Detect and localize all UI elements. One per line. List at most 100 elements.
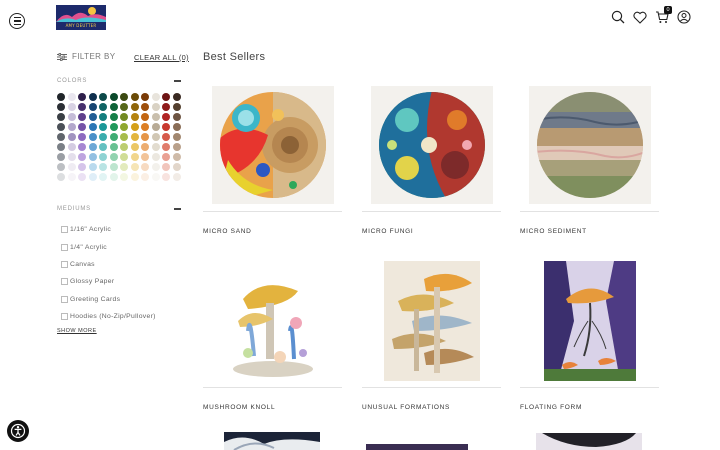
color-swatch[interactable] <box>78 113 86 121</box>
product-card[interactable]: UNUSUAL FORMATIONS <box>362 254 501 411</box>
color-swatch[interactable] <box>120 123 128 131</box>
color-swatch[interactable] <box>151 143 160 151</box>
color-swatch[interactable] <box>130 93 139 101</box>
product-image[interactable] <box>362 254 501 387</box>
color-swatch[interactable] <box>172 113 181 121</box>
medium-checkbox[interactable] <box>61 313 68 321</box>
color-swatch[interactable] <box>109 133 118 141</box>
product-image-partial[interactable] <box>366 444 468 450</box>
color-swatch[interactable] <box>172 123 181 131</box>
color-swatch[interactable] <box>141 163 149 171</box>
color-swatch[interactable] <box>78 153 86 161</box>
color-swatch[interactable] <box>162 143 170 151</box>
medium-option[interactable]: 1/16" Acrylic <box>61 221 156 238</box>
color-swatch[interactable] <box>99 113 107 121</box>
color-swatch[interactable] <box>162 103 170 111</box>
color-swatch[interactable] <box>67 93 76 101</box>
product-title[interactable]: MICRO SEDIMENT <box>520 228 659 235</box>
color-swatch[interactable] <box>57 143 65 151</box>
color-swatch[interactable] <box>67 143 76 151</box>
color-swatch[interactable] <box>151 123 160 131</box>
color-swatch[interactable] <box>172 143 181 151</box>
color-swatch[interactable] <box>141 93 149 101</box>
product-card[interactable]: MICRO SAND <box>203 78 342 235</box>
collapse-mediums-icon[interactable] <box>174 208 181 210</box>
color-swatch[interactable] <box>162 113 170 121</box>
color-swatch[interactable] <box>78 123 86 131</box>
color-swatch[interactable] <box>109 163 118 171</box>
color-swatch[interactable] <box>88 133 97 141</box>
color-swatch[interactable] <box>99 153 107 161</box>
color-swatch[interactable] <box>120 143 128 151</box>
color-swatch[interactable] <box>78 133 86 141</box>
medium-checkbox[interactable] <box>61 295 68 303</box>
medium-option[interactable]: Canvas <box>61 256 156 273</box>
color-swatch[interactable] <box>172 153 181 161</box>
color-swatch[interactable] <box>88 143 97 151</box>
medium-option[interactable]: Glossy Paper <box>61 273 156 290</box>
color-swatch[interactable] <box>120 113 128 121</box>
color-swatch[interactable] <box>67 113 76 121</box>
color-swatch[interactable] <box>67 133 76 141</box>
colors-section-header[interactable]: COLORS <box>57 78 181 84</box>
color-swatch[interactable] <box>162 153 170 161</box>
product-image-partial[interactable] <box>536 433 642 450</box>
color-swatch[interactable] <box>88 123 97 131</box>
mediums-section-header[interactable]: MEDIUMS <box>57 206 181 212</box>
color-swatch[interactable] <box>151 173 160 181</box>
color-swatch[interactable] <box>141 113 149 121</box>
product-card[interactable]: MICRO FUNGI <box>362 78 501 235</box>
color-swatch[interactable] <box>67 103 76 111</box>
color-swatch[interactable] <box>120 103 128 111</box>
color-swatch[interactable] <box>130 153 139 161</box>
color-swatch[interactable] <box>162 123 170 131</box>
color-swatch[interactable] <box>141 133 149 141</box>
product-image[interactable] <box>203 254 342 387</box>
color-swatch[interactable] <box>99 93 107 101</box>
product-title[interactable]: UNUSUAL FORMATIONS <box>362 404 501 411</box>
color-swatch[interactable] <box>99 163 107 171</box>
color-swatch[interactable] <box>151 153 160 161</box>
color-swatch[interactable] <box>78 103 86 111</box>
medium-option[interactable]: Greeting Cards <box>61 291 156 308</box>
menu-button[interactable] <box>9 13 25 29</box>
color-swatch[interactable] <box>141 143 149 151</box>
color-swatch[interactable] <box>151 133 160 141</box>
color-swatch[interactable] <box>120 93 128 101</box>
product-card[interactable]: FLOATING FORM <box>520 254 659 411</box>
color-swatch[interactable] <box>109 173 118 181</box>
product-image[interactable] <box>362 78 501 211</box>
color-swatch[interactable] <box>109 123 118 131</box>
color-swatch[interactable] <box>57 103 65 111</box>
product-title[interactable]: FLOATING FORM <box>520 404 659 411</box>
color-swatch[interactable] <box>109 153 118 161</box>
account-button[interactable] <box>676 9 692 25</box>
color-swatch[interactable] <box>88 153 97 161</box>
color-swatch[interactable] <box>88 163 97 171</box>
color-swatch[interactable] <box>67 163 76 171</box>
color-swatch[interactable] <box>109 113 118 121</box>
color-swatch[interactable] <box>151 163 160 171</box>
clear-all-link[interactable]: CLEAR ALL (0) <box>134 53 189 62</box>
color-swatch[interactable] <box>109 103 118 111</box>
collapse-colors-icon[interactable] <box>174 80 181 82</box>
color-swatch[interactable] <box>162 133 170 141</box>
accessibility-button[interactable] <box>7 420 29 442</box>
medium-checkbox[interactable] <box>61 278 68 286</box>
color-swatch[interactable] <box>162 93 170 101</box>
color-swatch[interactable] <box>130 163 139 171</box>
medium-checkbox[interactable] <box>61 260 68 268</box>
color-swatch[interactable] <box>99 173 107 181</box>
product-image[interactable] <box>203 78 342 211</box>
color-swatch[interactable] <box>130 123 139 131</box>
color-swatch[interactable] <box>99 133 107 141</box>
color-swatch[interactable] <box>109 93 118 101</box>
color-swatch[interactable] <box>151 93 160 101</box>
color-swatch[interactable] <box>141 173 149 181</box>
color-swatch[interactable] <box>172 173 181 181</box>
product-card[interactable]: MUSHROOM KNOLL <box>203 254 342 411</box>
color-swatch[interactable] <box>99 123 107 131</box>
color-swatch[interactable] <box>57 173 65 181</box>
product-image[interactable] <box>520 78 659 211</box>
color-swatch[interactable] <box>78 143 86 151</box>
